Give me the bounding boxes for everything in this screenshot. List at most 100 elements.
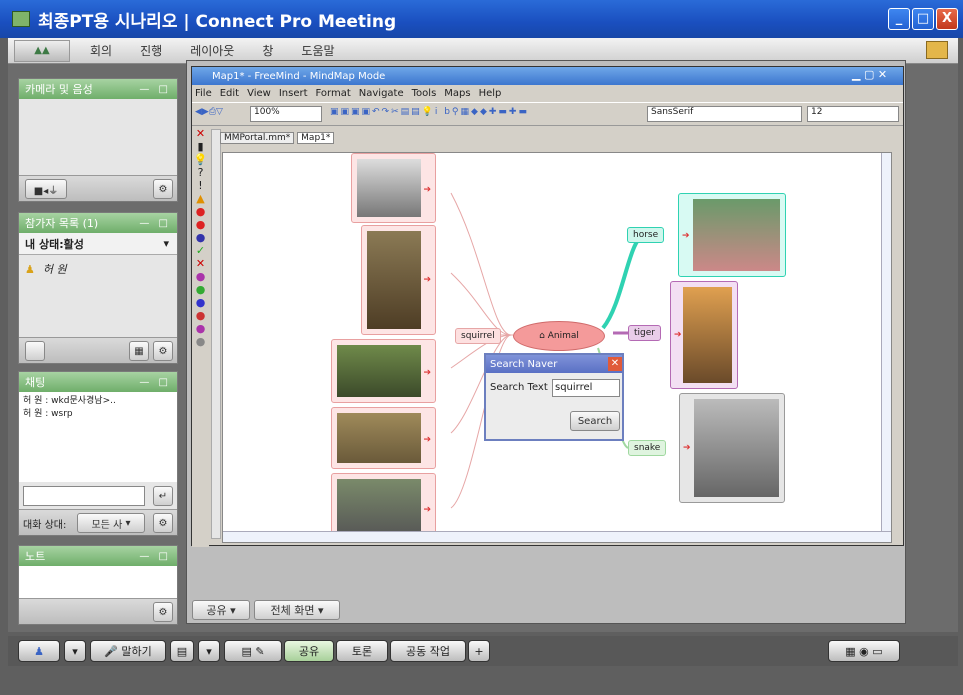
gear-icon[interactable]: ⚙ xyxy=(153,179,173,199)
priority-icon[interactable]: ● xyxy=(192,283,209,296)
menu-progress[interactable]: 진행 xyxy=(140,42,162,59)
snake-image-node[interactable]: ➔ xyxy=(679,393,785,503)
trash-icon[interactable]: ▮ xyxy=(192,140,209,153)
font-size-select[interactable]: 12 xyxy=(807,106,899,122)
minimize-button[interactable]: _ xyxy=(888,8,910,30)
layout-share-button[interactable]: 공유 xyxy=(284,640,334,662)
chat-recipient-select[interactable]: 모든 사 ▾ xyxy=(77,513,145,533)
info-icon[interactable]: ● xyxy=(192,231,209,244)
gear-icon[interactable]: ⚙ xyxy=(153,513,173,533)
bulb-icon[interactable]: 💡 xyxy=(192,153,209,166)
left-scrollbar[interactable] xyxy=(211,129,221,539)
pod-controls[interactable]: — □ xyxy=(139,84,171,95)
chat-message: 허 원 : wkd문사경남>.. xyxy=(23,396,116,406)
menu-maps[interactable]: Maps xyxy=(444,88,470,99)
menu-navigate[interactable]: Navigate xyxy=(359,88,404,99)
toolbar-icons[interactable]: ▣▣▣▣↶↷✂▤▤💡i b⚲▦◆◆✚▬✚▬ xyxy=(330,107,529,117)
close-button[interactable]: X xyxy=(936,8,958,30)
adobe-logo-icon[interactable]: ▲▲ xyxy=(14,39,70,62)
chevron-down-icon[interactable]: ▾ xyxy=(198,640,220,662)
arrow-icon: ➔ xyxy=(423,184,431,195)
camera-icon[interactable]: ▤ ✎ xyxy=(224,640,282,662)
connection-icon[interactable] xyxy=(926,41,948,59)
nav-icons[interactable]: ◀▶⎙▽ xyxy=(195,107,223,117)
tab-map1[interactable]: Map1* xyxy=(297,132,335,144)
horizontal-scrollbar[interactable] xyxy=(223,531,891,542)
window-controls[interactable]: ▁ ▢ ✕ xyxy=(852,68,902,81)
layout-collab-button[interactable]: 공동 작업 xyxy=(390,640,466,662)
window-titlebar: 최종PT용 시나리오 | Connect Pro Meeting _ □ X xyxy=(0,0,963,38)
menu-tools[interactable]: Tools xyxy=(412,88,437,99)
attendee-row[interactable]: ♟ 허 원 xyxy=(19,255,177,283)
search-label: Search Text : xyxy=(490,382,555,393)
view-toggle-icons[interactable]: ▦ ◉ ▭ xyxy=(828,640,900,662)
stop-icon[interactable]: ● xyxy=(192,205,209,218)
priority-icon[interactable]: ● xyxy=(192,270,209,283)
snake-node[interactable]: snake xyxy=(628,440,667,456)
minus-icon[interactable]: ● xyxy=(192,218,209,231)
warning-icon[interactable]: ▲ xyxy=(192,192,209,205)
chevron-down-icon[interactable]: ▾ xyxy=(163,237,169,250)
font-select[interactable]: SansSerif xyxy=(647,106,802,122)
menu-window[interactable]: 창 xyxy=(262,42,273,59)
share-menu-button[interactable]: 공유 ▾ xyxy=(192,600,250,620)
layout-discuss-button[interactable]: 토론 xyxy=(336,640,388,662)
squirrel-image-node[interactable]: ➔ xyxy=(361,225,436,335)
menu-help[interactable]: 도움말 xyxy=(301,42,334,59)
close-icon[interactable]: ✕ xyxy=(608,357,622,371)
check-icon[interactable]: ✓ xyxy=(192,244,209,257)
horse-image-node[interactable]: ➔ xyxy=(678,193,786,277)
gear-icon[interactable]: ⚙ xyxy=(153,341,173,361)
speaker-icon[interactable]: ▤ xyxy=(170,640,194,662)
pod-controls[interactable]: — □ xyxy=(139,218,171,229)
chat-input[interactable] xyxy=(23,486,145,506)
send-icon[interactable]: ↵ xyxy=(153,486,173,506)
vertical-scrollbar[interactable] xyxy=(881,153,891,531)
squirrel-node[interactable]: squirrel xyxy=(455,328,501,344)
menu-edit[interactable]: Edit xyxy=(220,88,239,99)
add-layout-button[interactable]: + xyxy=(468,640,490,662)
menu-layout[interactable]: 레이아웃 xyxy=(190,42,234,59)
notes-area[interactable] xyxy=(19,566,177,600)
fullscreen-button[interactable]: 전체 화면 ▾ xyxy=(254,600,340,620)
priority-icon[interactable]: ● xyxy=(192,335,209,348)
priority-icon[interactable]: ● xyxy=(192,309,209,322)
status-label: 내 상태:활성 xyxy=(25,237,84,251)
exclaim-icon[interactable]: ! xyxy=(192,179,209,192)
horse-node[interactable]: horse xyxy=(627,227,665,243)
priority-icon[interactable]: ● xyxy=(192,296,209,309)
maximize-button[interactable]: □ xyxy=(912,8,934,30)
menu-view[interactable]: View xyxy=(247,88,271,99)
squirrel-image-node[interactable]: ➔ xyxy=(331,339,436,403)
tab-mmportal[interactable]: MMPortal.mm* xyxy=(220,132,295,144)
tiger-image-node[interactable]: ➔ xyxy=(670,281,738,389)
question-icon[interactable]: ? xyxy=(192,166,209,179)
photo xyxy=(683,287,732,383)
squirrel-image-node[interactable]: ➔ xyxy=(351,153,436,223)
menu-insert[interactable]: Insert xyxy=(279,88,308,99)
status-icon[interactable]: ♟ xyxy=(18,640,60,662)
grid-icon[interactable]: ▦ xyxy=(129,341,149,361)
raise-hand-button[interactable] xyxy=(25,341,45,361)
pod-controls[interactable]: — □ xyxy=(139,377,171,388)
pod-controls[interactable]: — □ xyxy=(139,551,171,562)
talk-button[interactable]: 🎤 말하기 xyxy=(90,640,166,662)
menu-format[interactable]: Format xyxy=(316,88,351,99)
camera-button[interactable]: ■◂⏚ xyxy=(25,179,67,199)
my-status[interactable]: 내 상태:활성 ▾ xyxy=(19,233,177,255)
search-input[interactable]: squirrel xyxy=(552,379,620,397)
mindmap-canvas[interactable]: ➔ ➔ ➔ ➔ ➔ squirrel ⌂ Animal horse tiger … xyxy=(222,152,892,543)
squirrel-image-node[interactable]: ➔ xyxy=(331,407,436,469)
cross-icon[interactable]: ✕ xyxy=(192,257,209,270)
chevron-down-icon[interactable]: ▾ xyxy=(64,640,86,662)
search-button[interactable]: Search xyxy=(570,411,620,431)
zoom-select[interactable]: 100% xyxy=(250,106,322,122)
animal-center-node[interactable]: ⌂ Animal xyxy=(513,321,605,351)
tiger-node[interactable]: tiger xyxy=(628,325,661,341)
gear-icon[interactable]: ⚙ xyxy=(153,602,173,622)
menu-file[interactable]: File xyxy=(195,88,212,99)
remove-icon[interactable]: ✕ xyxy=(192,127,209,140)
priority-icon[interactable]: ● xyxy=(192,322,209,335)
menu-help[interactable]: Help xyxy=(479,88,502,99)
menu-meeting[interactable]: 회의 xyxy=(90,42,112,59)
